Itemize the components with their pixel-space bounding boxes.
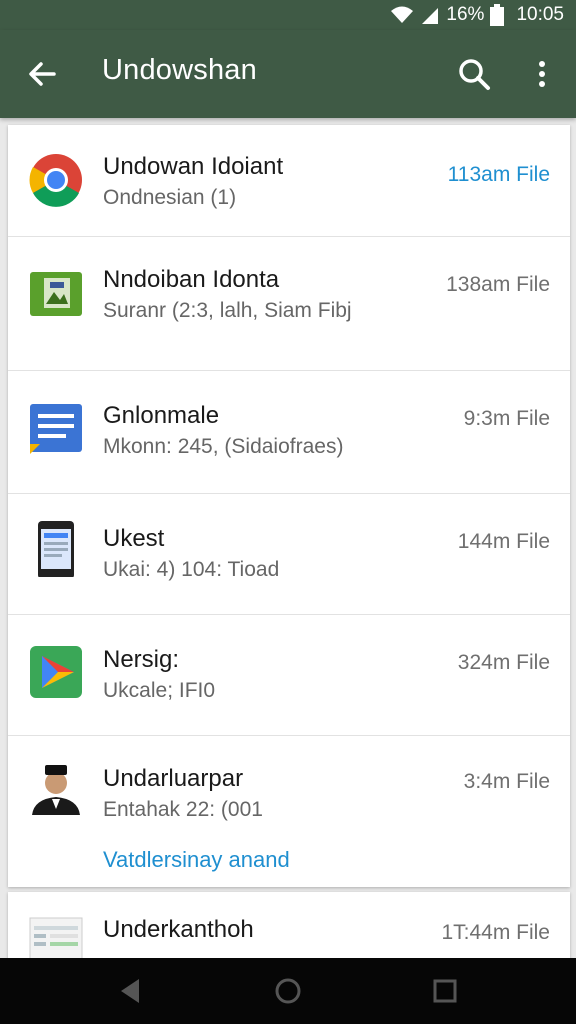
arrow-left-icon[interactable] (24, 56, 60, 92)
item-subtitle: Mkonn: 245, (Sidaiofraes) (103, 435, 344, 458)
downloads-list: Undowan Idoiant Ondnesian (1) 113am File… (8, 125, 570, 887)
wifi-icon (391, 6, 414, 23)
item-size: 1T:44m File (441, 921, 550, 944)
image-file-icon (30, 272, 82, 316)
item-subtitle: Suranr (2:3, lalh, Siam Fibj (103, 299, 352, 322)
item-title: Nndoiban Idonta (103, 266, 280, 293)
item-subtitle: Ukai: 4) 104: Tioad (103, 558, 280, 581)
item-subtitle: Ondnesian (1) (103, 186, 237, 209)
battery-percent: 16% (446, 4, 485, 25)
item-size: 3:4m File (463, 770, 550, 793)
list-item[interactable]: Gnlonmale Mkonn: 245, (Sidaiofraes) 9:3m… (8, 370, 570, 494)
item-title: Gnlonmale (103, 402, 220, 429)
item-title: Undowan Idoiant (103, 153, 284, 180)
nav-recents-icon[interactable] (429, 975, 461, 1007)
battery-icon (490, 4, 505, 26)
more-vert-icon[interactable] (528, 56, 556, 92)
item-size: 144m File (457, 530, 550, 553)
list-item[interactable]: Nndoiban Idonta Suranr (2:3, lalh, Siam … (8, 236, 570, 371)
clock: 10:05 (516, 4, 564, 25)
nav-home-icon[interactable] (272, 975, 304, 1007)
signal-icon (422, 8, 439, 24)
chrome-icon (29, 154, 82, 207)
item-size: 113am File (447, 163, 550, 186)
search-icon[interactable] (456, 56, 492, 92)
item-title: Ukest (103, 525, 165, 552)
item-action-link[interactable]: Vatdlersinay anand (103, 847, 290, 873)
item-title: Nersig: (103, 646, 180, 673)
item-size: 324m File (457, 651, 550, 674)
app-bar: Undowshan (0, 30, 576, 118)
docs-icon (30, 404, 82, 454)
list-item[interactable]: Undowan Idoiant Ondnesian (1) 113am File (8, 125, 570, 237)
item-title: Undarluarpar (103, 765, 244, 792)
item-subtitle: Ukcale; IFI0 (103, 679, 216, 702)
item-title: Underkanthoh (103, 916, 254, 943)
item-subtitle: Entahak 22: (001 (103, 798, 263, 821)
list-item[interactable]: Undarluarpar Entahak 22: (001 3:4m File … (8, 735, 570, 887)
status-bar: 16% 10:05 (0, 0, 576, 30)
item-size: 9:3m File (463, 407, 550, 430)
page-title: Undowshan (102, 54, 257, 86)
navigation-bar (0, 958, 576, 1024)
item-size: 138am File (446, 273, 550, 296)
list-item[interactable]: Nersig: Ukcale; IFI0 324m File (8, 614, 570, 736)
avatar-icon (28, 759, 84, 815)
list-item[interactable]: Ukest Ukai: 4) 104: Tioad 144m File (8, 493, 570, 615)
status-icons: 16% 10:05 (390, 0, 564, 30)
phone-icon (38, 521, 74, 577)
play-store-icon (30, 646, 82, 698)
nav-back-icon[interactable] (115, 975, 147, 1007)
